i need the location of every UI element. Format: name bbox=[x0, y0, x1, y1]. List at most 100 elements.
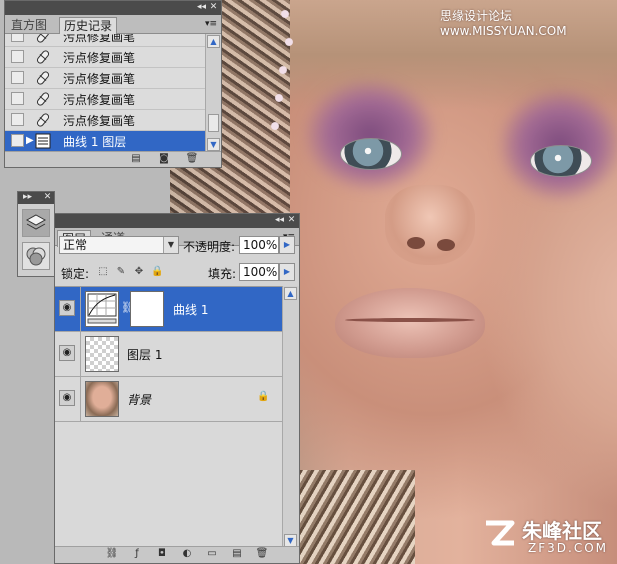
nose bbox=[385, 185, 475, 265]
history-item-label: 曲线 1 图层 bbox=[63, 135, 127, 149]
layer-name[interactable]: 背景 bbox=[127, 391, 151, 408]
visibility-eye-icon[interactable]: ◉ bbox=[59, 345, 75, 361]
watermark-brand: 朱峰社区 bbox=[522, 519, 602, 543]
history-source-checkbox[interactable] bbox=[11, 113, 24, 126]
expand-panels-icon[interactable]: ▸▸ bbox=[22, 192, 33, 203]
opacity-slider-arrow-icon[interactable]: ▶ bbox=[279, 236, 295, 254]
eyeshadow-left bbox=[305, 80, 435, 190]
visibility-eye-icon[interactable]: ◉ bbox=[59, 300, 75, 316]
history-item-label: 污点修复画笔 bbox=[63, 34, 136, 44]
fill-slider-arrow-icon[interactable]: ▶ bbox=[279, 263, 295, 281]
channels-icon bbox=[26, 247, 46, 266]
new-group-icon[interactable]: ▭ bbox=[205, 548, 219, 560]
history-source-checkbox[interactable] bbox=[11, 134, 24, 147]
panel-dock: ▸▸ ✕ bbox=[17, 191, 55, 277]
trash-icon[interactable]: 🗑 bbox=[185, 153, 199, 165]
history-source-checkbox[interactable] bbox=[11, 50, 24, 63]
camera-snapshot-icon[interactable]: ◙ bbox=[157, 153, 171, 165]
lip-line bbox=[345, 318, 475, 322]
healing-brush-icon bbox=[36, 71, 50, 85]
tab-histogram[interactable]: 直方图 bbox=[7, 17, 51, 33]
scroll-thumb[interactable] bbox=[208, 114, 219, 132]
add-mask-icon[interactable]: ◘ bbox=[155, 548, 169, 560]
fill-label: 填充: bbox=[208, 267, 237, 281]
history-item-label: 污点修复画笔 bbox=[63, 72, 136, 86]
curves-graph-icon bbox=[87, 293, 117, 324]
new-layer-icon[interactable]: ▤ bbox=[230, 548, 244, 560]
history-panel-titlebar[interactable]: ◂◂ ✕ bbox=[5, 1, 221, 15]
curves-adjustment-thumbnail[interactable] bbox=[85, 291, 119, 327]
healing-brush-icon bbox=[36, 92, 50, 106]
layer-mask-thumbnail[interactable] bbox=[130, 291, 164, 327]
row-divider bbox=[80, 287, 81, 331]
history-item[interactable]: 污点修复画笔 bbox=[5, 47, 206, 68]
row-divider bbox=[80, 332, 81, 376]
background-layer-thumbnail[interactable] bbox=[85, 381, 119, 417]
eye-left bbox=[340, 138, 402, 170]
layer-name[interactable]: 图层 1 bbox=[127, 346, 162, 363]
link-layers-icon[interactable]: ⛓ bbox=[105, 548, 119, 560]
lock-image-pixels-icon[interactable]: ✎ bbox=[115, 266, 127, 278]
lock-transparent-pixels-icon[interactable]: ⬚ bbox=[97, 266, 109, 278]
lock-position-icon[interactable]: ✥ bbox=[133, 266, 145, 278]
layer-row-layer1[interactable]: ◉ 图层 1 bbox=[55, 332, 284, 377]
visibility-eye-icon[interactable]: ◉ bbox=[59, 390, 75, 406]
close-dock-icon[interactable]: ✕ bbox=[42, 192, 53, 203]
nostril-right bbox=[437, 239, 455, 251]
history-item[interactable]: 污点修复画笔 bbox=[5, 89, 206, 110]
watermark-top: 思缘设计论坛 www.MISSYUAN.COM bbox=[440, 9, 567, 38]
layers-scrollbar[interactable]: ▲ ▼ bbox=[282, 286, 299, 548]
history-item-label: 污点修复画笔 bbox=[63, 93, 136, 107]
fill-input[interactable]: 100% bbox=[239, 263, 279, 281]
history-footer: ▤ ◙ 🗑 bbox=[5, 151, 221, 167]
blend-mode-select[interactable]: 正常 ▼ bbox=[59, 236, 179, 254]
layer-name[interactable]: 曲线 1 bbox=[173, 301, 208, 318]
layer-style-fx-icon[interactable]: ƒ bbox=[130, 548, 144, 560]
opacity-label: 不透明度: bbox=[183, 240, 236, 254]
channels-panel-button[interactable] bbox=[22, 242, 50, 270]
scroll-up-icon[interactable]: ▲ bbox=[207, 35, 220, 48]
history-source-checkbox[interactable] bbox=[11, 34, 24, 42]
history-item[interactable]: 污点修复画笔 bbox=[5, 34, 206, 47]
layers-panel-titlebar[interactable]: ◂◂ ✕ bbox=[55, 214, 299, 228]
scroll-up-icon[interactable]: ▲ bbox=[284, 287, 297, 300]
lock-all-icon[interactable]: 🔒 bbox=[151, 266, 163, 278]
history-item[interactable]: 污点修复画笔 bbox=[5, 110, 206, 131]
tab-history[interactable]: 历史记录 bbox=[59, 17, 118, 34]
history-list[interactable]: 污点修复画笔 污点修复画笔 污点修复画笔 污点修复画笔 污点修复画笔 ▶ 曲线 … bbox=[5, 34, 206, 152]
lock-label: 锁定: bbox=[61, 267, 90, 281]
collapse-panel-icon[interactable]: ◂◂ bbox=[274, 215, 285, 226]
dock-titlebar[interactable]: ▸▸ ✕ bbox=[18, 192, 54, 204]
collapse-panel-icon[interactable]: ◂◂ bbox=[196, 2, 207, 13]
layers-panel: ◂◂ ✕ 图层 通道 ▾≡ 正常 ▼ 不透明度: 100% ▶ 锁定: ⬚ ✎ … bbox=[54, 213, 300, 564]
lips bbox=[335, 288, 485, 358]
adjustment-layer-icon[interactable]: ◐ bbox=[180, 548, 194, 560]
chevron-down-icon[interactable]: ▼ bbox=[163, 237, 178, 253]
close-panel-icon[interactable]: ✕ bbox=[286, 215, 297, 226]
panel-menu-icon[interactable]: ▾≡ bbox=[203, 18, 219, 30]
layer-thumbnail-transparent[interactable] bbox=[85, 336, 119, 372]
opacity-input[interactable]: 100% bbox=[239, 236, 279, 254]
healing-brush-icon bbox=[36, 34, 50, 43]
history-source-checkbox[interactable] bbox=[11, 71, 24, 84]
blend-mode-value: 正常 bbox=[63, 238, 88, 252]
row-divider bbox=[80, 377, 81, 421]
delete-layer-icon[interactable]: 🗑 bbox=[255, 548, 269, 560]
layer-row-background[interactable]: ◉ 背景 🔒 bbox=[55, 377, 284, 422]
history-item[interactable]: 污点修复画笔 bbox=[5, 68, 206, 89]
history-panel-tabs: 直方图 历史记录 ▾≡ bbox=[5, 15, 221, 34]
history-state-pointer-icon: ▶ bbox=[26, 135, 34, 146]
history-source-checkbox[interactable] bbox=[11, 92, 24, 105]
close-panel-icon[interactable]: ✕ bbox=[208, 2, 219, 13]
scroll-down-icon[interactable]: ▼ bbox=[207, 138, 220, 151]
hair-beads bbox=[265, 0, 305, 140]
layers-list[interactable]: ◉ ⛓ 曲线 1 ◉ 图层 1 ◉ 背景 🔒 bbox=[55, 286, 284, 549]
history-item-label: 污点修复画笔 bbox=[63, 51, 136, 65]
curves-layer-icon bbox=[35, 133, 51, 149]
layer-row-curves[interactable]: ◉ ⛓ 曲线 1 bbox=[55, 287, 284, 332]
history-scrollbar[interactable]: ▲ ▼ bbox=[205, 34, 221, 152]
layers-panel-button[interactable] bbox=[22, 209, 50, 237]
layers-icon bbox=[25, 214, 47, 230]
history-item-selected[interactable]: ▶ 曲线 1 图层 bbox=[5, 131, 206, 152]
new-document-from-state-icon[interactable]: ▤ bbox=[129, 153, 143, 165]
